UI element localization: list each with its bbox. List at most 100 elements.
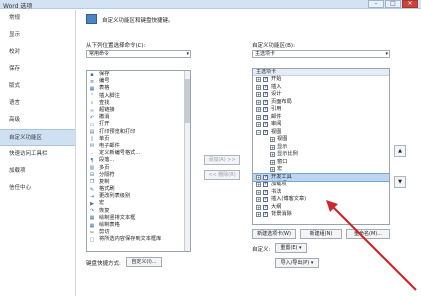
nav-item[interactable]: 校对 (0, 44, 75, 61)
command-item[interactable]: ▦ 绘制竖排文本框 (87, 215, 190, 222)
ribbon-tab-item[interactable]: + ✓ 大纲 (253, 204, 389, 212)
ribbon-tab-item[interactable]: + 显示 (253, 144, 389, 152)
ribbon-tab-item[interactable]: + ✓ 书法 (253, 189, 389, 197)
expand-icon[interactable]: + (256, 174, 261, 180)
expand-icon[interactable]: + (256, 204, 261, 210)
expand-icon[interactable]: + (270, 167, 275, 173)
expand-icon[interactable]: + (270, 137, 275, 143)
command-item[interactable]: ⊟ 分隔符 (87, 172, 190, 179)
expand-icon[interactable]: + (256, 182, 261, 188)
expand-icon[interactable]: + (256, 107, 261, 113)
command-item[interactable]: ▶ 宏 (87, 200, 190, 207)
command-item[interactable]: ⌕ 查找 (87, 100, 190, 107)
nav-item[interactable]: 高级 (0, 112, 75, 129)
keyboard-customize-button[interactable]: 自定义(I)... (126, 257, 162, 267)
tab-checkbox[interactable]: ✓ (263, 129, 268, 135)
tab-checkbox[interactable]: ✓ (263, 92, 268, 98)
nav-item[interactable]: 快速访问工具栏 (0, 146, 75, 163)
nav-item[interactable]: 信任中心 (0, 180, 75, 197)
tab-checkbox[interactable]: ✓ (263, 84, 268, 90)
command-item[interactable]: ✉ 电子邮件 (87, 143, 190, 150)
ribbon-tab-item[interactable]: + ✓ 引用 (253, 106, 389, 114)
ribbon-tab-item[interactable]: + ✓ 加载项 (253, 181, 389, 189)
tab-checkbox[interactable]: ✓ (263, 114, 268, 120)
choose-commands-dropdown[interactable]: 常用命令 ▾ (86, 50, 191, 58)
nav-item[interactable]: 保存 (0, 61, 75, 78)
draw-table-icon: ▦ (89, 222, 95, 229)
command-item[interactable]: ▤ 打印预览和打印 (87, 129, 190, 136)
tab-checkbox[interactable]: ✓ (263, 182, 268, 188)
command-item[interactable]: ▯ 单页 (87, 136, 190, 143)
expand-icon[interactable]: + (256, 189, 261, 195)
command-item[interactable]: ▥ 多页 (87, 164, 190, 172)
ribbon-tab-item[interactable]: − ✓ 视图 (253, 129, 389, 137)
collapse-icon[interactable]: − (256, 129, 261, 135)
ribbon-tab-label: 书法 (271, 188, 282, 195)
ribbon-tab-item[interactable]: + ✓ 审阅 (253, 121, 389, 129)
ribbon-tabs-dropdown[interactable]: 主选项卡 ▾ (252, 50, 390, 58)
nav-item[interactable]: 自定义功能区 (0, 129, 75, 146)
close-button[interactable]: ✕ (402, 0, 418, 8)
expand-icon[interactable]: + (270, 152, 275, 158)
move-up-button[interactable]: ▲ (394, 145, 406, 157)
expand-icon[interactable]: + (256, 197, 261, 203)
nav-item[interactable]: 版式 (0, 78, 75, 95)
command-item[interactable]: ▢ 将所选内容保存到文本框库 (87, 236, 190, 243)
commands-list[interactable]: ▪ 保存 ≡ 编号 ▦ 表格 ¹ 插入脚注 ⌕ 查找 ∞ 超链接 ↶ 撤消 ▭ 打开 ▤ 打印预览和打印 ▯ 单页 ✉ 电… (86, 70, 191, 252)
nav-item[interactable]: 常规 (0, 10, 75, 27)
command-item[interactable]: ↷ 恢复 (87, 208, 190, 215)
expand-icon[interactable]: + (256, 122, 261, 128)
ribbon-tab-item[interactable]: + ✓ 页面布局 (253, 99, 389, 107)
nav-item[interactable]: 语言 (0, 95, 75, 112)
command-item[interactable]: ¹ 插入脚注 (87, 93, 190, 100)
tab-checkbox[interactable]: ✓ (263, 204, 268, 210)
expand-icon[interactable]: + (256, 77, 261, 83)
command-item[interactable]: ▦ 表格 (87, 85, 190, 92)
nav-item[interactable]: 加载项 (0, 163, 75, 180)
ribbon-tab-item[interactable]: + 视图 (253, 136, 389, 144)
ribbon-tab-item[interactable]: + ✓ 插入 (253, 84, 389, 92)
tab-checkbox[interactable]: ✓ (263, 77, 268, 83)
maximize-button[interactable]: □ (385, 0, 401, 8)
ribbon-tab-item[interactable]: + ✓ 邮件 (253, 114, 389, 122)
tab-checkbox[interactable]: ✓ (263, 197, 268, 203)
tab-checkbox[interactable]: ✓ (263, 107, 268, 113)
tab-checkbox[interactable]: ✓ (263, 122, 268, 128)
expand-icon[interactable]: + (270, 144, 275, 150)
expand-icon[interactable]: + (270, 159, 275, 165)
tab-checkbox[interactable]: ✓ (263, 212, 268, 218)
move-down-button[interactable]: ▼ (394, 176, 406, 188)
macro-icon: ▶ (90, 200, 94, 207)
ribbon-tab-item[interactable]: + ✓ 设计 (253, 91, 389, 99)
tab-checkbox[interactable]: ✓ (263, 189, 268, 195)
new-group-button[interactable]: 新建组(N) (300, 229, 342, 239)
scrollbar-thumb[interactable] (185, 79, 190, 123)
tab-checkbox[interactable]: ✓ (263, 99, 268, 105)
command-item[interactable]: ❐ 复制 (87, 179, 190, 186)
ribbon-tab-item[interactable]: + ✓ 背景消除 (253, 211, 389, 219)
ribbon-tab-item[interactable]: + ✓ 开发工具 (253, 172, 389, 182)
command-item[interactable]: ▭ 打开 (87, 121, 190, 128)
minimize-button[interactable]: – (368, 0, 384, 8)
ribbon-tabs-tree[interactable]: 主选项卡 + ✓ 开始 + ✓ 插入 + ✓ 设计 + ✓ 页面布局 + ✓ 引用 + ✓ 邮件 + ✓ 审阅 − ✓ 视图 +… (252, 68, 390, 225)
expand-icon[interactable]: + (256, 99, 261, 105)
tab-checkbox[interactable]: ✓ (263, 174, 268, 180)
expand-icon[interactable]: + (256, 212, 261, 218)
remove-button[interactable]: << 删除(R) (204, 170, 240, 180)
expand-icon[interactable]: + (256, 92, 261, 98)
add-button[interactable]: 添加(A) >> (204, 155, 240, 165)
expand-icon[interactable]: + (256, 84, 261, 90)
ribbon-tab-item[interactable]: + 宏 (253, 166, 389, 174)
import-export-button[interactable]: 导入/导出(P) ▾ (275, 258, 319, 268)
reset-button[interactable]: 重置(E) ▾ (275, 243, 307, 253)
rename-button[interactable]: 重命名(M)... (346, 229, 390, 239)
commands-scrollbar[interactable] (184, 71, 190, 251)
nav-item[interactable]: 显示 (0, 27, 75, 44)
ribbon-tab-item[interactable]: + ✓ 插入(博客文章) (253, 196, 389, 204)
command-item[interactable]: ¶ 段落... (87, 157, 190, 164)
ribbon-tab-item[interactable]: + ✓ 开始 (253, 76, 389, 84)
ribbon-tab-item[interactable]: + 窗口 (253, 159, 389, 167)
ribbon-tab-item[interactable]: + 显示比例 (253, 151, 389, 159)
expand-icon[interactable]: + (256, 114, 261, 120)
new-tab-button[interactable]: 新建选项卡(W) (252, 229, 296, 239)
